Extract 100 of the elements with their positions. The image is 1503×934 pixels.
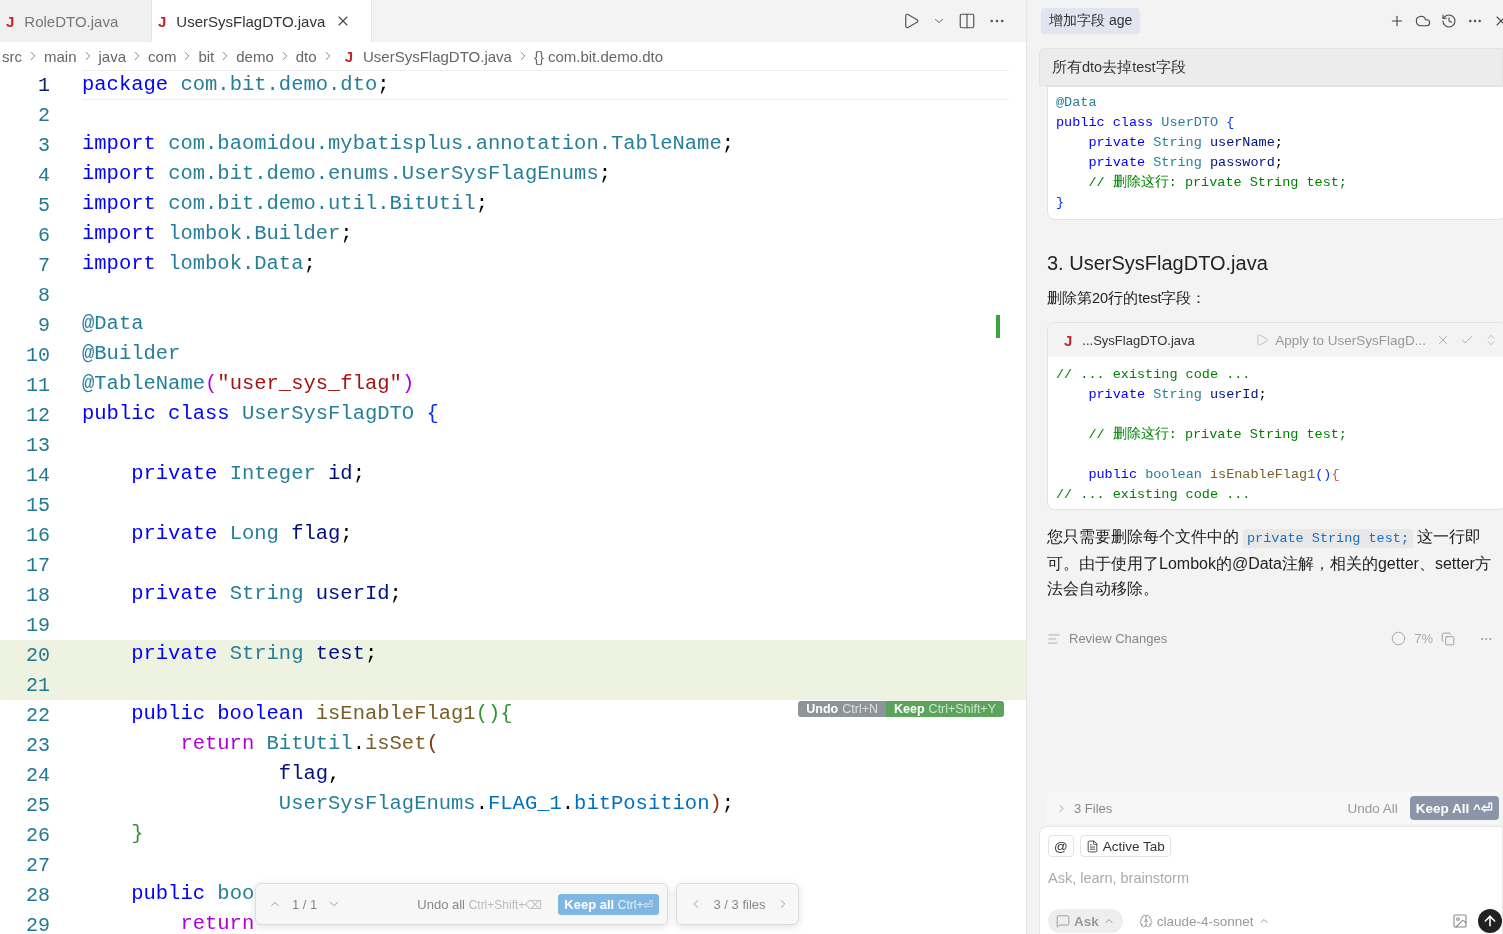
java-file-icon: J xyxy=(6,12,15,30)
section-heading: 3. UserSysFlagDTO.java xyxy=(1047,252,1269,275)
change-marker xyxy=(996,315,1000,338)
line-number: 25 xyxy=(25,793,50,817)
namespace-icon: {} xyxy=(533,47,544,65)
breadcrumb-item[interactable]: demo xyxy=(236,47,274,65)
code-line: private String userId; xyxy=(130,581,402,607)
image-icon[interactable] xyxy=(1452,913,1468,929)
progress-ring-icon xyxy=(1391,631,1407,646)
code-line: flag, xyxy=(277,761,341,787)
code-line: return BitUtil.isSet( xyxy=(179,731,439,757)
line-number: 28 xyxy=(25,883,50,907)
code-line: import com.bit.demo.enums.UserSysFlagEnums; xyxy=(82,161,611,187)
code-line: private String userId; xyxy=(1087,387,1267,402)
brain-icon xyxy=(1138,914,1153,928)
copy-icon[interactable] xyxy=(1441,631,1455,646)
breadcrumb-item[interactable]: src xyxy=(2,47,22,65)
context-chip[interactable]: Active Tab xyxy=(1079,835,1171,857)
java-file-icon: J xyxy=(158,12,167,30)
breadcrumb-item[interactable]: UserSysFlagDTO.java xyxy=(362,47,512,65)
code-line: // ... existing code ... xyxy=(1056,487,1251,502)
line-number: 19 xyxy=(25,613,50,637)
code-line: public class UserDTO { xyxy=(1056,115,1235,130)
undo-all-button[interactable]: Undo all Ctrl+Shift+⌫ xyxy=(411,895,549,913)
line-number: 18 xyxy=(25,583,50,607)
line-number: 1 xyxy=(37,73,50,97)
line-number: 20 xyxy=(25,643,50,667)
code-line: } xyxy=(130,821,144,847)
line-number: 4 xyxy=(37,163,50,187)
code-line: import lombok.Builder; xyxy=(82,221,353,247)
line-number: 10 xyxy=(25,343,50,367)
summary-text: 您只需要删除每个文件中的 private String test; 这一行即可。由于使用了Lombok的@Data注解，相关的getter、setter方法会自动移除。 xyxy=(1047,527,1492,599)
undo-button[interactable]: Undo Ctrl+N xyxy=(798,701,887,717)
check-icon[interactable] xyxy=(1460,333,1474,347)
line-number: 23 xyxy=(25,733,50,757)
code-line: private String test; xyxy=(130,641,378,667)
code-line: public boolean isEnableFlag1(){ xyxy=(1087,467,1340,482)
code-line: @TableName("user_sys_flag") xyxy=(82,371,415,397)
code-line: private Long flag; xyxy=(130,521,353,547)
line-number: 26 xyxy=(25,823,50,847)
line-number: 8 xyxy=(37,283,50,307)
code-line: private String userName; xyxy=(1087,135,1283,150)
line-number: 21 xyxy=(25,673,50,697)
instruction-text: 删除第20行的test字段： xyxy=(1047,289,1208,308)
code-line: import lombok.Data; xyxy=(82,251,316,277)
mention-button[interactable]: @ xyxy=(1048,835,1074,857)
plus-icon[interactable] xyxy=(1389,13,1405,29)
change-counter: 1 / 1 xyxy=(292,896,318,912)
line-number: 22 xyxy=(25,703,50,727)
code-line: } xyxy=(1056,195,1065,210)
line-number: 17 xyxy=(25,553,50,577)
breadcrumb-item[interactable]: java xyxy=(98,47,127,65)
line-number: 13 xyxy=(25,433,50,457)
breadcrumb-item[interactable]: dto xyxy=(295,47,317,65)
chat-bubble-icon xyxy=(1056,914,1070,928)
files-label[interactable]: 3 Files xyxy=(1074,800,1113,816)
line-number: 3 xyxy=(37,133,50,157)
line-number: 11 xyxy=(25,373,50,397)
line-number: 29 xyxy=(25,913,50,934)
cloud-icon[interactable] xyxy=(1415,13,1431,29)
file-counter: 3 / 3 files xyxy=(713,896,766,912)
code-line: package com.bit.demo.dto; xyxy=(82,72,390,98)
run-icon[interactable] xyxy=(902,12,920,30)
line-number: 16 xyxy=(25,523,50,547)
code-line: import com.bit.demo.util.BitUtil; xyxy=(82,191,488,217)
tab-label: RoleDTO.java xyxy=(24,12,119,30)
review-changes-link[interactable]: Review Changes xyxy=(1069,631,1168,646)
breadcrumb-item[interactable]: com xyxy=(148,47,177,65)
code-line: private Integer id; xyxy=(130,461,365,487)
code-line: import com.baomidou.mybatisplus.annotation.TableName; xyxy=(82,131,735,157)
breadcrumb-item[interactable]: main xyxy=(44,47,77,65)
history-icon[interactable] xyxy=(1441,13,1457,29)
code-line: UserSysFlagEnums.FLAG_1.bitPosition); xyxy=(277,791,735,817)
java-file-icon: J xyxy=(344,47,353,65)
progress-text: 7% xyxy=(1414,631,1433,646)
code-line: return xyxy=(179,911,255,934)
line-number: 24 xyxy=(25,763,50,787)
breadcrumb-item[interactable]: bit xyxy=(198,47,215,65)
code-line: public class UserSysFlagDTO { xyxy=(82,401,439,427)
line-number: 9 xyxy=(37,313,50,337)
line-number: 5 xyxy=(37,193,50,217)
file-icon xyxy=(1085,839,1099,853)
line-number: 2 xyxy=(37,103,50,127)
line-number: 7 xyxy=(37,253,50,277)
code-line: @Data xyxy=(82,311,144,337)
java-file-icon: J xyxy=(1064,331,1073,349)
send-button[interactable] xyxy=(1478,909,1502,933)
tab-label: UserSysFlagDTO.java xyxy=(176,12,326,30)
code-line: // ... existing code ... xyxy=(1056,367,1251,382)
code-line: @Builder xyxy=(82,341,181,367)
list-icon xyxy=(1047,631,1061,646)
breadcrumb-item[interactable]: com.bit.demo.dto xyxy=(547,47,663,65)
file-name: ...SysFlagDTO.java xyxy=(1082,332,1195,348)
code-line: public boolean isEnableFlag1(){ xyxy=(130,701,513,727)
code-line: @Data xyxy=(1056,95,1097,110)
split-editor-icon[interactable] xyxy=(958,12,976,30)
editor-tab[interactable]: J UserSysFlagDTO.java xyxy=(152,0,372,42)
keep-button[interactable]: Keep Ctrl+Shift+Y xyxy=(886,701,1004,717)
keep-all-button[interactable]: Keep All ^⏎ xyxy=(1409,796,1499,820)
line-number: 15 xyxy=(25,493,50,517)
